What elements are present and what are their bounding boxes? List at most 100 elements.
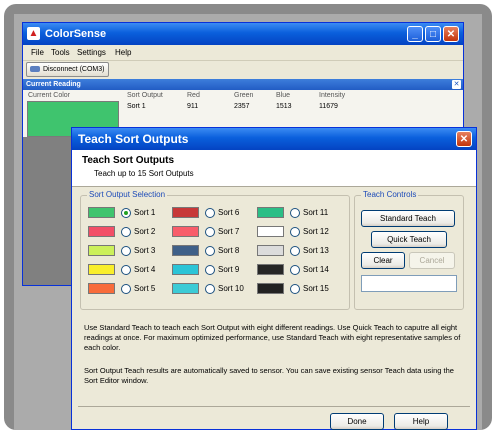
plug-icon (30, 66, 40, 72)
column-green: Green 2357 (234, 92, 253, 110)
column-header: Sort Output (127, 92, 163, 99)
sort-radio[interactable] (205, 246, 215, 256)
help-button[interactable]: Help (394, 413, 448, 430)
sort-color-swatch (88, 226, 115, 237)
column-value: 1513 (276, 103, 292, 110)
column-intensity: Intensity 11679 (319, 92, 345, 110)
sort-color-swatch (88, 283, 115, 294)
done-button[interactable]: Done (330, 413, 384, 430)
column-value: 2357 (234, 103, 250, 110)
sort-color-swatch (257, 226, 284, 237)
sort-radio[interactable] (121, 265, 131, 275)
sort-radio[interactable] (290, 265, 300, 275)
menu-tools[interactable]: Tools (51, 48, 70, 57)
clear-button[interactable]: Clear (361, 252, 405, 269)
sort-color-swatch (257, 245, 284, 256)
sort-color-swatch (172, 226, 199, 237)
column-header: Blue (276, 92, 291, 99)
column-red: Red 911 (187, 92, 200, 110)
column-header: Intensity (319, 92, 346, 99)
teach-controls-group: Teach Controls Standard Teach Quick Teac… (354, 190, 464, 310)
sort-label[interactable]: Sort 6 (218, 208, 239, 217)
sort-radio[interactable] (290, 227, 300, 237)
disconnect-label: Disconnect (COM3) (43, 66, 105, 73)
disconnect-button[interactable]: Disconnect (COM3) (26, 62, 110, 77)
sort-radio[interactable] (205, 265, 215, 275)
sort-radio[interactable] (290, 208, 300, 218)
teach-group-label: Teach Controls (361, 190, 419, 199)
sort-color-swatch (172, 207, 199, 218)
column-value: Sort 1 (127, 103, 146, 110)
current-reading-title: Current Reading (23, 79, 463, 90)
dialog-header: Teach Sort Outputs Teach up to 15 Sort O… (72, 150, 476, 187)
sort-radio[interactable] (205, 284, 215, 294)
toolbar: Disconnect (COM3) (23, 60, 463, 78)
sort-label[interactable]: Sort 14 (303, 265, 329, 274)
dialog-title-bar[interactable]: Teach Sort Outputs ✕ (72, 128, 476, 150)
autosave-paragraph: Sort Output Teach results are automatica… (84, 366, 454, 385)
sort-radio[interactable] (121, 284, 131, 294)
sort-label[interactable]: Sort 5 (134, 284, 155, 293)
column-value: 911 (187, 103, 199, 110)
sort-color-swatch (88, 264, 115, 275)
sort-label[interactable]: Sort 3 (134, 246, 155, 255)
quick-teach-button[interactable]: Quick Teach (371, 231, 447, 248)
sort-radio[interactable] (121, 208, 131, 218)
sort-radio[interactable] (121, 246, 131, 256)
main-window-title: ColorSense (45, 28, 107, 40)
instructions-paragraph: Use Standard Teach to teach each Sort Ou… (84, 323, 461, 352)
current-color-label: Current Color (28, 92, 71, 99)
column-header: Green (234, 92, 254, 99)
sort-label[interactable]: Sort 13 (303, 246, 329, 255)
sort-label[interactable]: Sort 1 (134, 208, 155, 217)
menu-file[interactable]: File (31, 48, 44, 57)
sort-label[interactable]: Sort 15 (303, 284, 329, 293)
sort-radio[interactable] (121, 227, 131, 237)
column-blue: Blue 1513 (276, 92, 292, 110)
sort-color-swatch (172, 283, 199, 294)
sort-color-swatch (172, 245, 199, 256)
close-main-button[interactable]: ✕ (443, 26, 459, 42)
sort-color-swatch (88, 245, 115, 256)
panel-close-icon[interactable]: ✕ (452, 80, 461, 89)
sort-label[interactable]: Sort 4 (134, 265, 155, 274)
sort-label[interactable]: Sort 8 (218, 246, 239, 255)
standard-teach-button[interactable]: Standard Teach (361, 210, 455, 227)
sort-color-swatch (257, 283, 284, 294)
minimize-button[interactable]: _ (407, 26, 423, 42)
menu-help[interactable]: Help (115, 48, 131, 57)
sort-color-swatch (88, 207, 115, 218)
sort-radio[interactable] (290, 284, 300, 294)
sort-radio[interactable] (205, 208, 215, 218)
column-sort-output: Sort Output Sort 1 (127, 92, 163, 110)
app-icon: ▲ (27, 27, 40, 40)
sort-color-swatch (172, 264, 199, 275)
sort-label[interactable]: Sort 10 (218, 284, 244, 293)
desktop-area: ▲ ColorSense _ □ ✕ File Tools Settings H… (14, 14, 482, 430)
radio-selected-dot (124, 211, 128, 215)
dialog-subheading: Teach up to 15 Sort Outputs (94, 169, 194, 178)
sort-color-swatch (257, 207, 284, 218)
close-dialog-button[interactable]: ✕ (456, 131, 472, 147)
teach-sort-outputs-dialog: Teach Sort Outputs ✕ Teach Sort Outputs … (71, 127, 477, 430)
main-title-bar[interactable]: ▲ ColorSense _ □ ✕ (23, 23, 463, 45)
sort-label[interactable]: Sort 9 (218, 265, 239, 274)
sort-label[interactable]: Sort 12 (303, 227, 329, 236)
menu-bar: File Tools Settings Help (23, 45, 463, 60)
menu-settings[interactable]: Settings (77, 48, 106, 57)
teach-status-field[interactable] (361, 275, 457, 292)
sort-label[interactable]: Sort 7 (218, 227, 239, 236)
sort-label[interactable]: Sort 2 (134, 227, 155, 236)
screenshot-frame: ▲ ColorSense _ □ ✕ File Tools Settings H… (4, 4, 492, 430)
sort-group-label: Sort Output Selection (87, 190, 168, 199)
column-header: Red (187, 92, 200, 99)
dialog-title: Teach Sort Outputs (78, 132, 189, 146)
sort-output-selection-group: Sort Output Selection Sort 1 Sort 2 Sort 3… (80, 190, 350, 310)
cancel-button[interactable]: Cancel (409, 252, 455, 269)
sort-radio[interactable] (205, 227, 215, 237)
sort-label[interactable]: Sort 11 (303, 208, 328, 217)
footer-divider (78, 406, 470, 407)
maximize-button[interactable]: □ (425, 26, 441, 42)
sort-radio[interactable] (290, 246, 300, 256)
dialog-heading: Teach Sort Outputs (82, 155, 175, 166)
